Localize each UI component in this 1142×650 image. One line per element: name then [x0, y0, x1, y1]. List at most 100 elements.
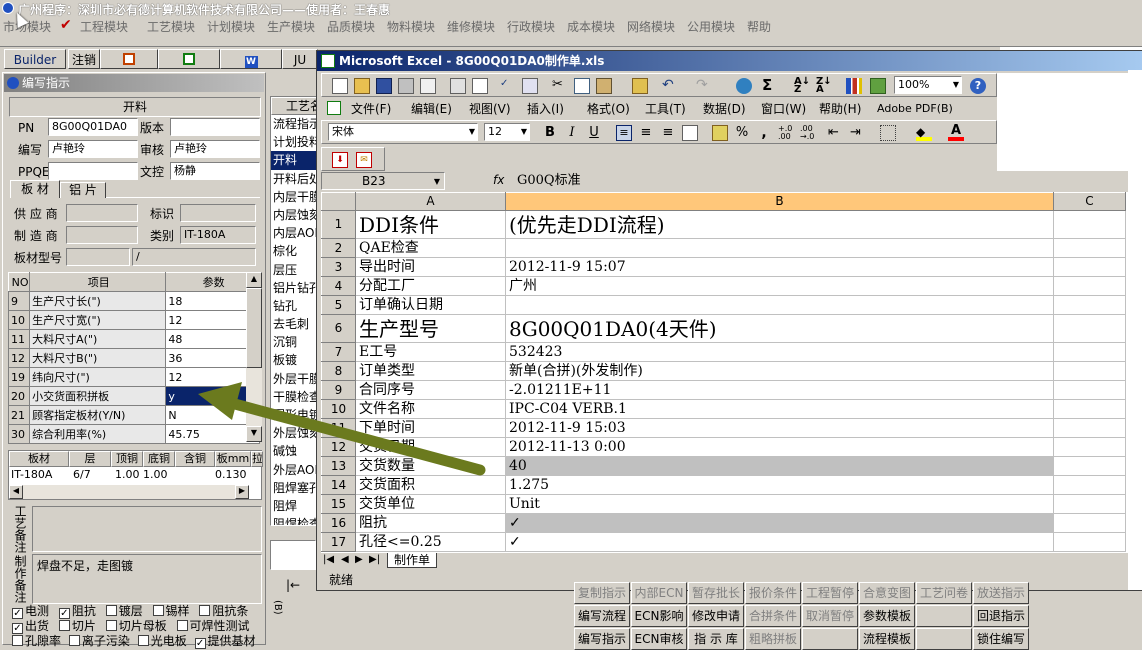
cell-c[interactable] — [1053, 295, 1126, 315]
bottom-action-button[interactable]: 编写流程 — [574, 605, 630, 627]
excel-menu-file[interactable]: 文件(F) — [351, 100, 391, 118]
cell-c[interactable] — [1053, 342, 1126, 362]
font-color-icon[interactable]: A — [948, 124, 964, 141]
process-item[interactable]: 板镀 — [271, 351, 319, 369]
checkbox-shipment[interactable]: ✓ 出货 — [12, 619, 49, 634]
process-item[interactable]: 铝片钻孔 — [271, 279, 319, 297]
cell-a[interactable]: 生产型号 — [355, 314, 506, 343]
print-icon[interactable] — [450, 78, 466, 94]
checkbox-electric-test[interactable]: ✓ 电测 — [12, 604, 49, 619]
mark-field[interactable] — [180, 204, 256, 222]
bottom-action-button[interactable]: 暂存批长 — [688, 582, 744, 604]
process-item[interactable]: 开料 — [271, 151, 319, 170]
fill-color-icon[interactable]: ◆ — [916, 125, 932, 141]
maker-field[interactable] — [66, 226, 138, 244]
cell-b[interactable]: (优先走DDI流程) — [505, 210, 1054, 239]
menu-cost[interactable]: 成本模块 — [567, 18, 615, 36]
borders-icon[interactable] — [880, 125, 896, 141]
sort-desc-icon[interactable]: Z↓ A — [816, 77, 832, 95]
cell-c[interactable] — [1053, 437, 1126, 457]
checkbox-impedance[interactable]: ✓ 阻抗 — [58, 604, 96, 619]
checkbox-plating[interactable]: 镀层 — [105, 604, 143, 618]
cell-c[interactable] — [1053, 257, 1126, 277]
pn-field[interactable]: 8G00Q01DA0 — [48, 118, 138, 136]
menu-repair[interactable]: 维修模块 — [447, 18, 495, 36]
excel-menu-insert[interactable]: 插入(I) — [527, 100, 564, 118]
cell-a[interactable]: 交货单位 — [355, 494, 506, 514]
word-icon[interactable]: W — [220, 49, 282, 69]
cell-a[interactable]: 阻抗 — [355, 513, 506, 533]
cell-a[interactable]: DDI条件 — [355, 210, 506, 239]
cell-c[interactable] — [1053, 494, 1126, 514]
cell-c[interactable] — [1053, 314, 1126, 343]
process-item[interactable]: 去毛刺 — [271, 315, 319, 333]
checkbox-substrate[interactable]: ✓ 提供基材 — [194, 634, 256, 649]
bottom-action-button[interactable]: 流程模板 — [859, 628, 915, 650]
cell-a[interactable]: 孔径<=0.25 — [355, 532, 506, 552]
logout-button[interactable]: 注销 — [68, 49, 100, 69]
menu-public[interactable]: 公用模块 — [687, 18, 735, 36]
mat-h-top[interactable]: 顶铜 — [111, 451, 143, 467]
cell-b[interactable]: 新单(合拼)(外发制作) — [505, 361, 1054, 381]
bottom-action-button[interactable] — [916, 605, 972, 627]
version-field[interactable] — [170, 118, 260, 136]
help-icon[interactable]: ? — [970, 78, 986, 94]
cell-c[interactable] — [1053, 361, 1126, 381]
process-item[interactable]: 开料后处 — [271, 170, 319, 188]
side-arrow-icon[interactable]: |← — [286, 578, 300, 592]
percent-icon[interactable]: % — [734, 125, 750, 141]
checkbox-photo-board[interactable]: 光电板 — [137, 634, 187, 648]
column-header-b[interactable]: B — [505, 192, 1054, 211]
open-folder-icon[interactable] — [354, 78, 370, 94]
excel-menu-edit[interactable]: 编辑(E) — [411, 100, 452, 118]
fx-icon[interactable]: fx — [493, 173, 504, 187]
tab-next-icon[interactable]: ▶ — [355, 553, 363, 567]
mat-h-bottom[interactable]: 底铜 — [143, 451, 175, 467]
currency-icon[interactable] — [712, 125, 728, 141]
bottom-action-button[interactable] — [802, 628, 858, 650]
process-item[interactable]: 阻焊 — [271, 497, 319, 515]
cut-icon[interactable]: ✂ — [552, 78, 568, 94]
mat-h-board[interactable]: 板材 — [9, 451, 69, 467]
bottom-action-button[interactable]: 合意变图 — [859, 582, 915, 604]
sort-asc-icon[interactable]: A↓ Z — [794, 77, 810, 95]
cell-a[interactable]: E工号 — [355, 342, 506, 362]
row-header[interactable]: 5 — [321, 295, 356, 315]
cell-c[interactable] — [1053, 276, 1126, 296]
grid-header-no[interactable]: NO — [7, 272, 31, 292]
zoom-select[interactable]: 100% ▼ — [894, 76, 962, 94]
excel-menu-data[interactable]: 数据(D) — [703, 100, 746, 118]
copy-icon[interactable] — [574, 78, 590, 94]
permission-icon[interactable] — [398, 78, 414, 94]
process-item[interactable]: 内层AOI — [271, 224, 319, 242]
cell-b[interactable]: ✓ — [505, 513, 1054, 533]
menu-network[interactable]: 网络模块 — [627, 18, 675, 36]
model-field[interactable] — [66, 248, 130, 266]
row-header[interactable]: 8 — [321, 361, 356, 381]
align-right-icon[interactable]: ≡ — [660, 125, 676, 141]
review-field[interactable]: 卢艳玲 — [170, 140, 260, 158]
table-row[interactable]: 10 生产尺寸宽(") 12 — [7, 310, 260, 330]
row-header[interactable]: 4 — [321, 276, 356, 296]
excel-menu-view[interactable]: 视图(V) — [469, 100, 511, 118]
bottom-action-button[interactable]: 参数模板 — [859, 605, 915, 627]
decrease-decimal-icon[interactable]: .00 →.0 — [800, 125, 816, 141]
tab-last-icon[interactable]: ▶| — [369, 553, 380, 567]
cell-b[interactable]: -2.01211E+11 — [505, 380, 1054, 400]
process-item[interactable]: 沉铜 — [271, 333, 319, 351]
category-field[interactable]: IT-180A — [180, 226, 256, 244]
cell-b[interactable]: 532423 — [505, 342, 1054, 362]
row-header[interactable]: 15 — [321, 494, 356, 514]
process-item[interactable]: 棕化 — [271, 242, 319, 260]
bottom-action-button[interactable]: ECN影响 — [631, 605, 687, 627]
process-item[interactable]: 层压 — [271, 261, 319, 279]
process-item[interactable]: 阻焊检查 — [271, 515, 319, 525]
row-header[interactable]: 16 — [321, 513, 356, 533]
comma-icon[interactable]: , — [756, 125, 772, 141]
hyperlink-icon[interactable] — [736, 78, 752, 94]
material-hscroll[interactable]: ◀ ▶ — [9, 485, 249, 499]
row-header[interactable]: 7 — [321, 342, 356, 362]
row-header[interactable]: 17 — [321, 532, 356, 552]
font-select[interactable]: 宋体 ▼ — [328, 123, 478, 141]
excel-menu-window[interactable]: 窗口(W) — [761, 100, 806, 118]
